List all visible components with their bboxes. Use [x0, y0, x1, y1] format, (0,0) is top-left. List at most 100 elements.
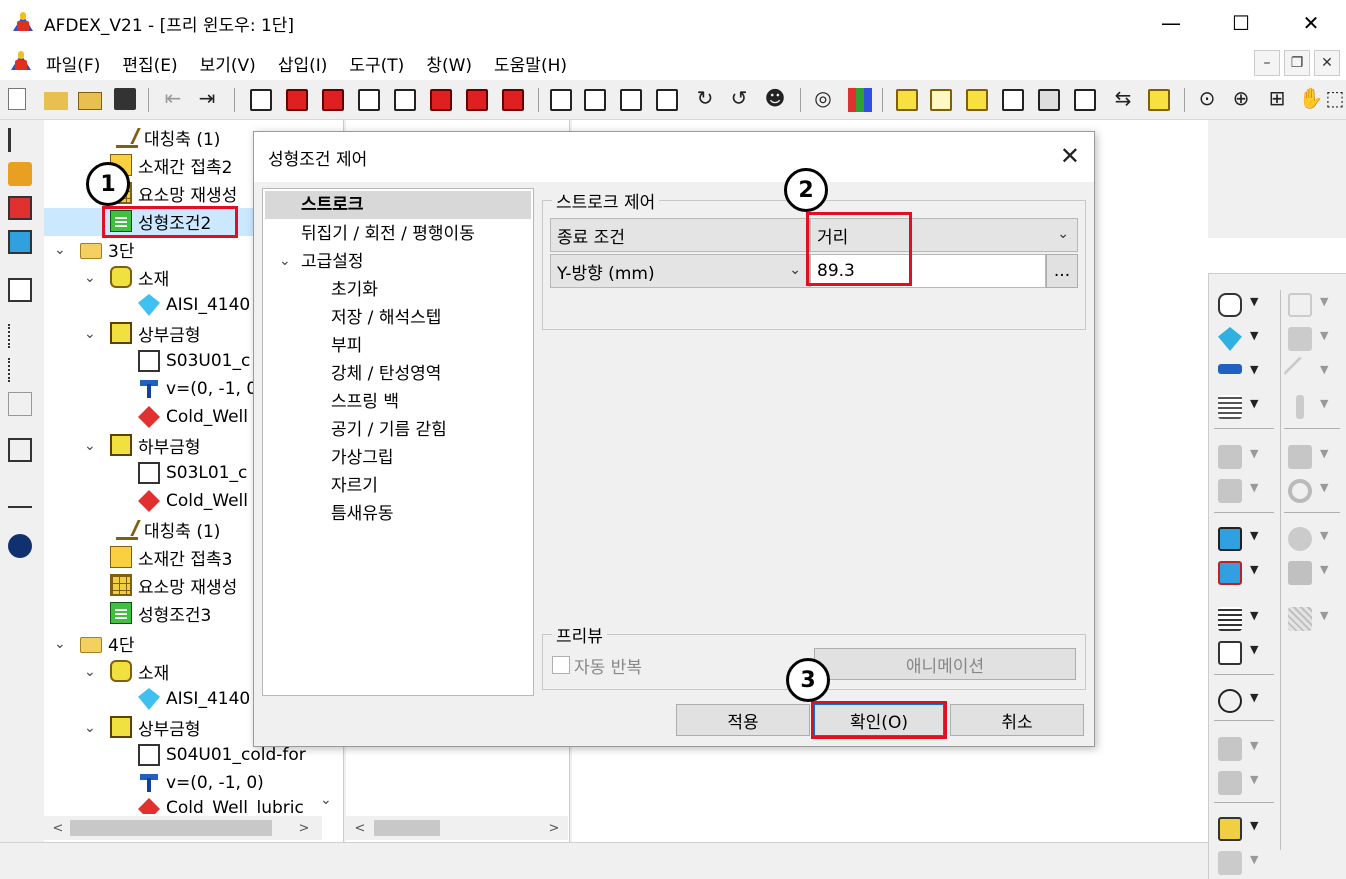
scroll-thumb[interactable] — [374, 820, 440, 836]
monitor-icon[interactable] — [8, 230, 32, 254]
menu-help[interactable]: 도움말(H) — [494, 51, 567, 76]
tree-item[interactable]: AISI_4140 — [138, 292, 250, 318]
browse-button[interactable]: ... — [1046, 254, 1078, 288]
zoom-window-icon[interactable]: ⊞ — [1264, 86, 1290, 110]
hidden-line-icon[interactable] — [1074, 89, 1096, 111]
probe-icon[interactable] — [8, 484, 32, 508]
tree-scroll-down-icon[interactable]: ⌄ — [320, 792, 332, 808]
menu-view[interactable]: 보기(V) — [200, 51, 256, 76]
wire-mesh-icon[interactable] — [1038, 89, 1060, 111]
view-cube-left-icon[interactable] — [430, 89, 452, 111]
grid-icon[interactable] — [8, 438, 32, 462]
view-cube-top-icon[interactable] — [286, 89, 308, 111]
palette-tool[interactable]: ▼ — [1286, 606, 1340, 632]
dialog-close-icon[interactable]: ✕ — [1060, 142, 1080, 170]
import-icon[interactable]: ⇤ — [160, 86, 186, 110]
view-cube-back-icon[interactable] — [358, 89, 380, 111]
wireframe-icon[interactable] — [1002, 89, 1024, 111]
palette-fl-tool[interactable]: ▼ — [1216, 688, 1270, 714]
palette-material-tool[interactable]: ▼ — [1216, 292, 1270, 318]
tree-item[interactable]: 소재간 접촉2 — [110, 152, 232, 178]
rotate-left-icon[interactable] — [550, 89, 572, 111]
palette-tool[interactable]: ▼ — [1283, 356, 1340, 390]
apply-button[interactable]: 적용 — [676, 704, 810, 736]
nav-advanced[interactable]: 고급설정 — [301, 249, 364, 275]
export-icon[interactable]: ⇥ — [194, 86, 220, 110]
nav-air-oil[interactable]: 공기 / 기름 갇힘 — [331, 417, 447, 443]
palette-dfl-tool[interactable]: ▼ — [1216, 526, 1270, 552]
tree-item[interactable]: Cold_Well — [138, 488, 248, 514]
tree-item[interactable]: 소재간 접촉3 — [110, 544, 232, 570]
mdi-restore-button[interactable]: ❐ — [1284, 50, 1310, 76]
tree-item[interactable]: 소재 — [110, 658, 169, 684]
scroll-right-icon[interactable]: > — [294, 816, 314, 840]
tree-view-icon[interactable] — [8, 128, 32, 152]
scroll-right-icon[interactable]: > — [544, 816, 564, 840]
tree-item[interactable]: S03L01_c — [138, 460, 247, 486]
nav-springback[interactable]: 스프링 백 — [331, 389, 399, 415]
palette-tool[interactable]: ▼ — [1286, 526, 1340, 552]
zoom-in-icon[interactable]: ⊕ — [1228, 86, 1254, 110]
mdi-close-button[interactable]: ✕ — [1314, 50, 1340, 76]
shade-mesh-icon[interactable] — [966, 89, 988, 111]
palette-angle-tool[interactable]: ▼ — [1216, 816, 1270, 842]
menu-file[interactable]: 파일(F) — [46, 51, 100, 76]
scroll-thumb[interactable] — [70, 820, 272, 836]
check-icon[interactable] — [8, 534, 32, 558]
nav-save-step[interactable]: 저장 / 해석스텝 — [331, 305, 441, 331]
section-icon[interactable] — [1148, 89, 1170, 111]
list-up-icon[interactable] — [8, 324, 32, 348]
tree-item[interactable]: 4단 — [80, 630, 134, 656]
cancel-button[interactable]: 취소 — [950, 704, 1084, 736]
collapse-chevron-icon[interactable]: ⌄ — [54, 636, 66, 652]
zoom-fit-icon[interactable]: ⊙ — [1194, 86, 1220, 110]
rotate-ccw-icon[interactable]: ↺ — [726, 86, 752, 110]
nav-cut[interactable]: 자르기 — [331, 473, 378, 499]
tree-horizontal-scrollbar[interactable]: < > — [44, 816, 322, 840]
open-folder-icon[interactable] — [44, 92, 68, 110]
tree-item[interactable]: 성형조건3 — [110, 600, 211, 626]
palette-tool[interactable]: ▼ — [1216, 770, 1270, 796]
tree-item[interactable]: AISI_4140 — [138, 686, 250, 712]
tree-item[interactable]: S03U01_c — [138, 348, 250, 374]
nav-stroke[interactable]: 스트로크 — [265, 191, 531, 219]
palette-hammer-tool[interactable]: ▼ — [1216, 360, 1270, 386]
mdi-minimize-button[interactable]: – — [1254, 50, 1280, 76]
rotate-down-icon[interactable] — [656, 89, 678, 111]
head-view-icon[interactable]: ☻ — [762, 86, 788, 110]
nav-gap-flow[interactable]: 틈새유동 — [331, 501, 394, 527]
direction-select[interactable]: Y-방향 (mm) ⌄ — [550, 254, 810, 288]
nav-init[interactable]: 초기화 — [331, 277, 378, 303]
shade-outline-icon[interactable] — [930, 89, 952, 111]
result-view-icon[interactable] — [8, 196, 32, 220]
tree-item[interactable]: Cold_Well — [138, 404, 248, 430]
box-icon[interactable] — [8, 392, 32, 416]
palette-gem-tool[interactable]: ▼ — [1216, 326, 1270, 352]
scroll-left-icon[interactable]: < — [48, 816, 68, 840]
palette-tool[interactable]: ▼ — [1286, 478, 1340, 504]
nav-flip-rotate[interactable]: 뒤집기 / 회전 / 평행이동 — [301, 221, 475, 247]
collapse-chevron-icon[interactable]: ⌄ — [54, 242, 66, 258]
view-cube-corner-icon[interactable] — [502, 89, 524, 111]
view-cube-iso-icon[interactable] — [466, 89, 488, 111]
display-icon[interactable] — [8, 278, 32, 302]
tree-item[interactable]: 상부금형 — [110, 320, 201, 346]
pan-hand-icon[interactable]: ✋ — [1298, 86, 1324, 110]
panel-horizontal-scrollbar[interactable]: < > — [346, 816, 568, 840]
color-map-icon[interactable] — [848, 88, 872, 112]
tree-item[interactable]: v=(0, -1, 0) — [138, 770, 264, 796]
palette-tool[interactable]: ▼ — [1216, 850, 1270, 876]
palette-tool[interactable]: ▼ — [1286, 394, 1340, 420]
tree-item[interactable]: v=(0, -1, 0 — [138, 376, 257, 402]
expand-chevron-icon[interactable]: ⌄ — [279, 253, 291, 269]
minimize-button[interactable]: — — [1136, 0, 1206, 46]
palette-tool[interactable]: ▼ — [1216, 478, 1270, 504]
view-cube-front-icon[interactable] — [250, 89, 272, 111]
nav-volume[interactable]: 부피 — [331, 333, 362, 359]
new-file-icon[interactable] — [8, 88, 26, 110]
palette-wl-tool[interactable]: ▼ — [1216, 640, 1270, 666]
rotate-up-icon[interactable] — [620, 89, 642, 111]
open-recent-icon[interactable] — [78, 92, 102, 110]
collapse-chevron-icon[interactable]: ⌄ — [84, 326, 96, 342]
palette-tool[interactable]: ▼ — [1286, 326, 1340, 352]
